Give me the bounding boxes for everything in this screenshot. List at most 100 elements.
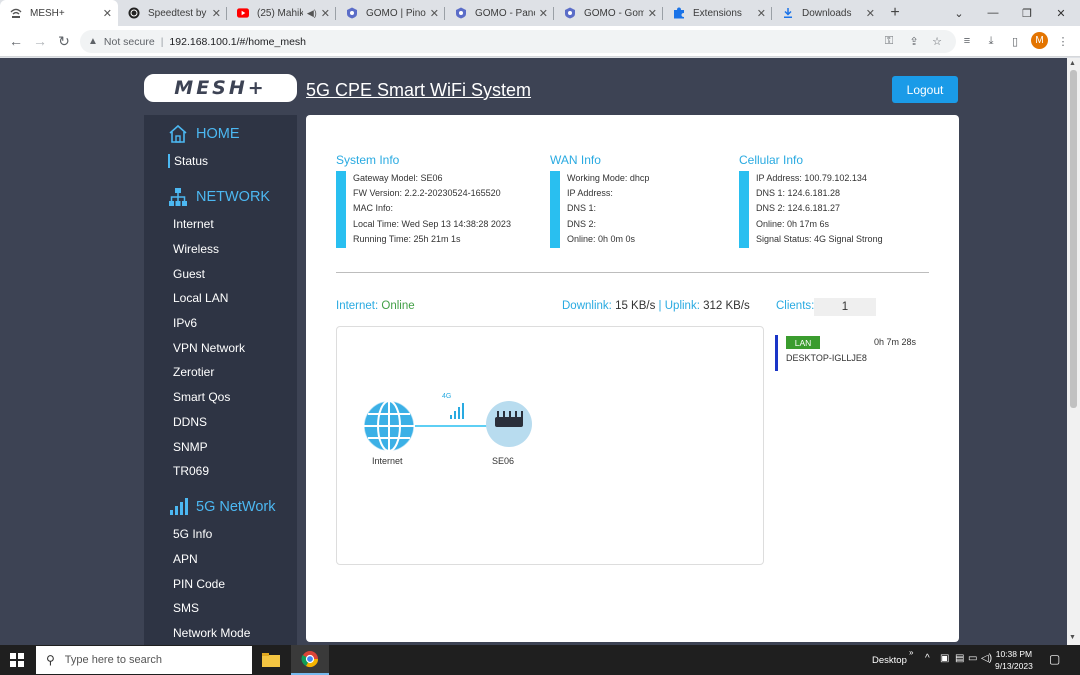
tab-downloads[interactable]: Downloads ✕ bbox=[772, 0, 881, 26]
notification-icon[interactable]: ▢ bbox=[1049, 652, 1060, 666]
browser-tab-strip: MESH+ ✕ Speedtest by O ✕ (25) Mahik ◀) ✕… bbox=[0, 0, 1080, 26]
cellular-info: Cellular Info IP Address: 100.79.102.134… bbox=[739, 153, 883, 248]
throughput-divider: | bbox=[658, 300, 662, 312]
cellular-info-line: Signal Status: 4G Signal Strong bbox=[756, 233, 883, 244]
tab-extensions[interactable]: Extensions ✕ bbox=[663, 0, 772, 26]
clock-date: 9/13/2023 bbox=[995, 661, 1033, 671]
tab-gomo-pano[interactable]: GOMO - Pano ✕ bbox=[445, 0, 554, 26]
download-icon bbox=[782, 7, 794, 19]
key-icon[interactable]: ⚿ bbox=[880, 32, 898, 50]
downlink-label: Downlink: bbox=[562, 300, 612, 312]
clients-label: Clients: bbox=[776, 300, 815, 312]
sidebar-item-zerotier[interactable]: Zerotier bbox=[173, 365, 214, 379]
close-tab-icon[interactable]: ✕ bbox=[321, 7, 330, 20]
close-tab-icon[interactable]: ✕ bbox=[539, 7, 548, 20]
close-tab-icon[interactable]: ✕ bbox=[103, 7, 112, 20]
address-bar[interactable]: ▲ Not secure | 192.168.100.1/#/home_mesh bbox=[80, 30, 956, 53]
wan-info-line: DNS 1: bbox=[567, 203, 597, 214]
volume-icon[interactable]: ◁) bbox=[981, 653, 992, 664]
sidebar-item-status[interactable]: Status bbox=[168, 154, 208, 168]
network-icon[interactable]: ▣ bbox=[940, 653, 949, 664]
mesh-logo: MESH+ bbox=[144, 74, 297, 102]
globe-icon[interactable] bbox=[363, 400, 415, 452]
wan-info-line: DNS 2: bbox=[567, 218, 597, 229]
sidebar-item-sms[interactable]: SMS bbox=[173, 601, 199, 615]
side-panel-icon[interactable]: ▯ bbox=[1006, 32, 1024, 50]
tab-gomo-gomo[interactable]: GOMO - Gomo ✕ bbox=[554, 0, 663, 26]
windows-start-icon[interactable] bbox=[10, 653, 24, 667]
sidebar-item-tr069[interactable]: TR069 bbox=[173, 464, 209, 478]
file-explorer-icon[interactable] bbox=[252, 645, 290, 675]
download-icon[interactable]: ⤓ bbox=[982, 32, 1000, 50]
gomo-icon bbox=[346, 7, 358, 19]
sidebar-item-5g-info[interactable]: 5G Info bbox=[173, 527, 212, 541]
close-tab-icon[interactable]: ✕ bbox=[430, 7, 439, 20]
new-tab-button[interactable]: + bbox=[881, 0, 909, 26]
router-icon[interactable] bbox=[486, 401, 532, 447]
sidebar-item-ipv6[interactable]: IPv6 bbox=[173, 316, 197, 330]
logout-button[interactable]: Logout bbox=[892, 76, 958, 103]
sidebar-item-network-mode[interactable]: Network Mode bbox=[173, 626, 250, 640]
profile-avatar[interactable]: M bbox=[1031, 32, 1048, 49]
sidebar-item-smart-qos[interactable]: Smart Qos bbox=[173, 390, 230, 404]
reload-icon[interactable]: ↻ bbox=[54, 31, 74, 51]
star-icon[interactable]: ☆ bbox=[928, 32, 946, 50]
battery-icon[interactable]: ▭ bbox=[968, 653, 977, 664]
storage-icon[interactable]: ▤ bbox=[955, 653, 964, 664]
tab-label: Downloads bbox=[802, 7, 852, 19]
back-arrow-icon[interactable]: ← bbox=[6, 31, 26, 51]
chevron-double-icon[interactable]: » bbox=[909, 648, 913, 657]
sidebar-section-home[interactable]: HOME bbox=[168, 124, 240, 144]
network-icon bbox=[168, 187, 188, 207]
desktop-label[interactable]: Desktop bbox=[872, 655, 907, 666]
share-icon[interactable]: ⇪ bbox=[905, 32, 923, 50]
close-tab-icon[interactable]: ✕ bbox=[757, 7, 766, 20]
restore-icon[interactable]: ❐ bbox=[1010, 0, 1044, 26]
list-item[interactable]: LAN 0h 7m 28s DESKTOP-IGLLJE8 bbox=[775, 335, 925, 371]
reading-list-icon[interactable]: ≡ bbox=[958, 32, 976, 50]
sidebar-item-pin-code[interactable]: PIN Code bbox=[173, 577, 225, 591]
sidebar-item-vpn-network[interactable]: VPN Network bbox=[173, 341, 245, 355]
tab-label: (25) Mahik bbox=[257, 7, 303, 19]
system-info-line: Local Time: Wed Sep 13 14:38:28 2023 bbox=[353, 218, 511, 229]
chevron-up-icon[interactable]: ^ bbox=[925, 653, 930, 664]
cellular-info-title: Cellular Info bbox=[739, 153, 804, 167]
scroll-up-icon[interactable]: ▲ bbox=[1069, 60, 1076, 67]
system-info: System Info Gateway Model: SE06 FW Versi… bbox=[336, 153, 511, 248]
chrome-icon[interactable] bbox=[291, 645, 329, 675]
forward-arrow-icon[interactable]: → bbox=[30, 31, 50, 51]
tab-gomo-pinoy[interactable]: GOMO | Pinoy ✕ bbox=[336, 0, 445, 26]
sidebar-item-guest[interactable]: Guest bbox=[173, 267, 205, 281]
minimize-icon[interactable]: — bbox=[976, 0, 1010, 26]
sidebar-item-ddns[interactable]: DDNS bbox=[173, 415, 207, 429]
sidebar-item-local-lan[interactable]: Local LAN bbox=[173, 291, 228, 305]
scroll-down-icon[interactable]: ▼ bbox=[1069, 634, 1076, 641]
close-window-icon[interactable]: ✕ bbox=[1044, 0, 1078, 26]
tab-label: GOMO - Pano bbox=[475, 7, 535, 19]
kebab-menu-icon[interactable]: ⋮ bbox=[1054, 32, 1072, 50]
sidebar-item-wireless[interactable]: Wireless bbox=[173, 242, 219, 256]
scrollbar-thumb[interactable] bbox=[1070, 70, 1077, 408]
speaker-icon[interactable]: ◀) bbox=[307, 8, 317, 19]
tab-youtube[interactable]: (25) Mahik ◀) ✕ bbox=[227, 0, 336, 26]
tab-mesh[interactable]: MESH+ ✕ bbox=[0, 0, 118, 26]
youtube-icon bbox=[237, 7, 249, 19]
close-tab-icon[interactable]: ✕ bbox=[212, 7, 221, 20]
sidebar-item-apn[interactable]: APN bbox=[173, 552, 198, 566]
close-tab-icon[interactable]: ✕ bbox=[866, 7, 875, 20]
sidebar-section-5g-network[interactable]: 5G NetWork bbox=[168, 497, 276, 517]
sidebar-section-network[interactable]: NETWORK bbox=[168, 187, 270, 207]
sidebar-item-snmp[interactable]: SNMP bbox=[173, 440, 208, 454]
tab-search-icon[interactable]: ⌄ bbox=[942, 0, 976, 26]
security-label: Not secure bbox=[103, 35, 155, 48]
taskbar-clock[interactable]: 10:38 PM 9/13/2023 bbox=[995, 648, 1033, 672]
wan-info: WAN Info Working Mode: dhcp IP Address: … bbox=[550, 153, 649, 248]
close-tab-icon[interactable]: ✕ bbox=[648, 7, 657, 20]
vertical-scrollbar[interactable]: ▲ ▼ bbox=[1067, 58, 1080, 645]
tab-speedtest[interactable]: Speedtest by O ✕ bbox=[118, 0, 227, 26]
sidebar-item-internet[interactable]: Internet bbox=[173, 217, 214, 231]
taskbar-search[interactable]: ⚲ Type here to search bbox=[36, 646, 252, 674]
signal-bars-icon bbox=[168, 497, 188, 517]
sidebar: HOME Status NETWORK Internet Wireless Gu… bbox=[144, 115, 297, 645]
system-info-title: System Info bbox=[336, 153, 400, 167]
